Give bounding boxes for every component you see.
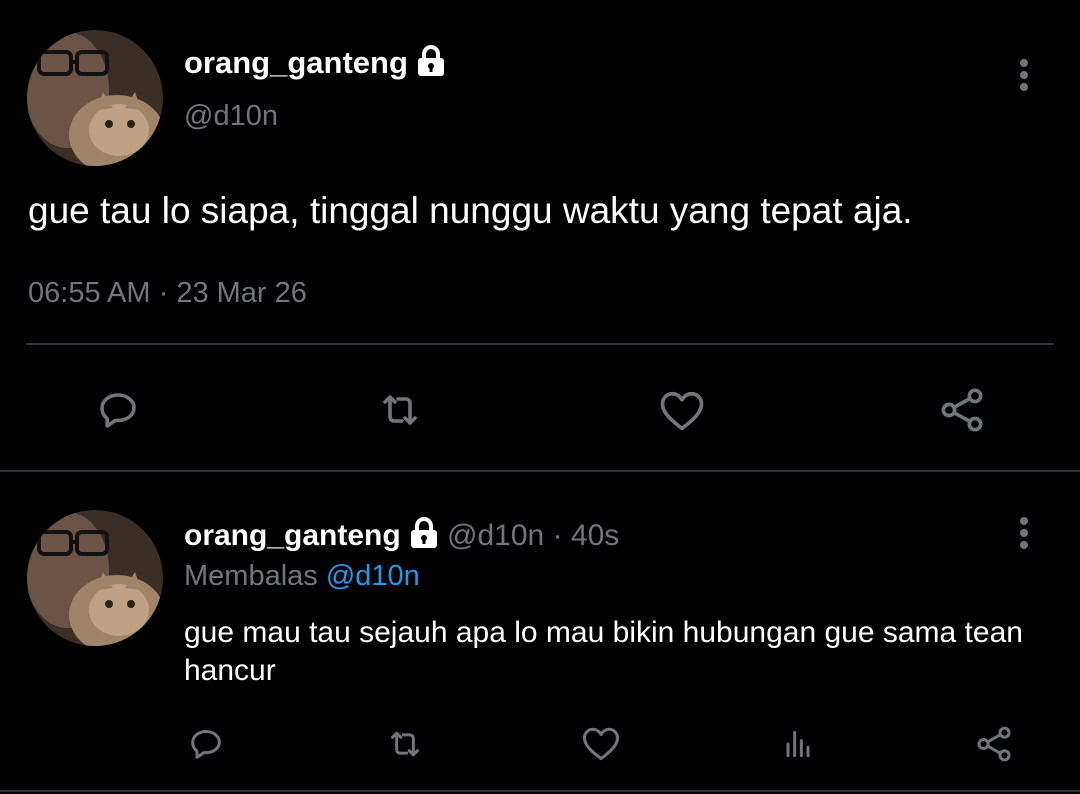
tweet-time: 06:55 AM: [28, 277, 151, 309]
divider: [0, 790, 1080, 792]
replying-prefix: Membalas: [184, 560, 318, 592]
share-button[interactable]: [934, 382, 990, 438]
replying-to: Membalas @d10n: [184, 560, 420, 593]
more-vertical-icon[interactable]: [1014, 56, 1034, 100]
reply-header: orang_ganteng @d10n · 40s: [184, 516, 619, 558]
divider: [26, 343, 1054, 345]
reply-icon: [100, 393, 136, 428]
retweet-icon: [391, 731, 419, 757]
handle[interactable]: @d10n: [447, 519, 544, 552]
heart-icon: [660, 391, 704, 431]
like-button[interactable]: [578, 720, 624, 766]
display-name-text[interactable]: orang_ganteng: [184, 45, 408, 80]
retweet-button[interactable]: [372, 382, 428, 438]
reply-button[interactable]: [90, 382, 146, 438]
display-name[interactable]: orang_ganteng: [184, 519, 401, 552]
meta-separator: ·: [158, 277, 169, 309]
display-name[interactable]: orang_ganteng: [184, 44, 446, 86]
share-button[interactable]: [972, 722, 1016, 766]
analytics-icon: [786, 730, 810, 758]
avatar[interactable]: [27, 30, 163, 166]
tweet-text: gue tau lo siapa, tinggal nunggu waktu y…: [28, 190, 913, 231]
divider: [0, 470, 1080, 472]
reply-icon: [191, 730, 221, 759]
analytics-button[interactable]: [776, 722, 820, 766]
time-ago: 40s: [570, 518, 620, 552]
handle[interactable]: @d10n: [184, 100, 278, 133]
reply-button[interactable]: [184, 722, 228, 766]
lock-icon: [409, 516, 439, 558]
meta-separator: ·: [552, 518, 563, 552]
share-icon: [941, 388, 983, 432]
tweet-date: 23 Mar 26: [176, 277, 307, 309]
tweet-text: gue mau tau sejauh apa lo mau bikin hubu…: [184, 616, 1023, 687]
retweet-button[interactable]: [383, 722, 427, 766]
retweet-icon: [383, 395, 417, 425]
heart-icon: [582, 727, 620, 761]
lock-icon: [416, 44, 446, 86]
replying-to-link[interactable]: @d10n: [326, 560, 420, 592]
avatar[interactable]: [27, 510, 163, 646]
share-icon: [977, 726, 1011, 762]
like-button[interactable]: [652, 380, 712, 440]
tweet-timestamp: 06:55 AM · 23 Mar 26: [28, 277, 307, 310]
more-vertical-icon[interactable]: [1014, 514, 1034, 558]
